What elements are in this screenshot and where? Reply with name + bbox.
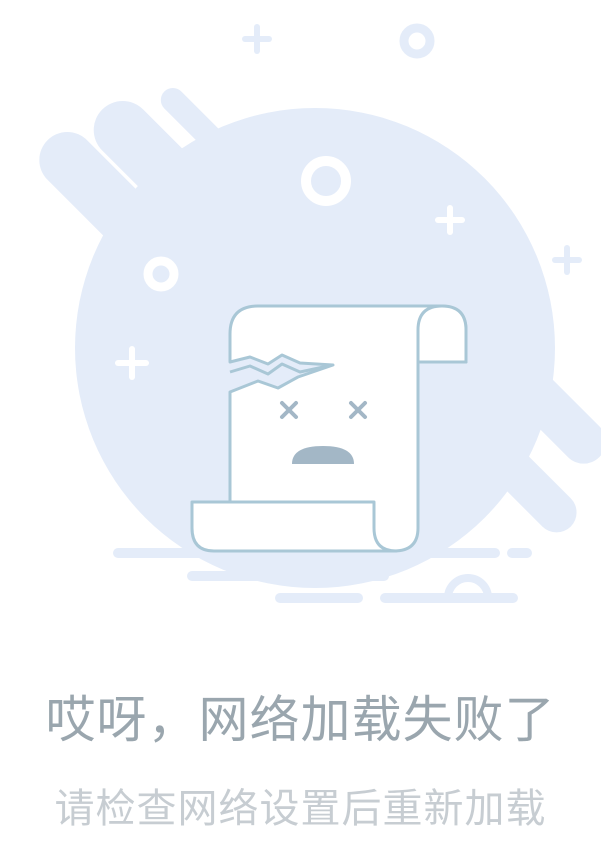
network-error-illustration	[39, 23, 601, 603]
ground-dot	[275, 567, 293, 585]
error-subtitle: 请检查网络设置后重新加载	[54, 786, 547, 832]
error-title: 哎呀，网络加载失败了	[45, 691, 556, 749]
network-error-page: 哎呀，网络加载失败了 请检查网络设置后重新加载	[0, 0, 601, 856]
ring-icon	[399, 23, 435, 59]
